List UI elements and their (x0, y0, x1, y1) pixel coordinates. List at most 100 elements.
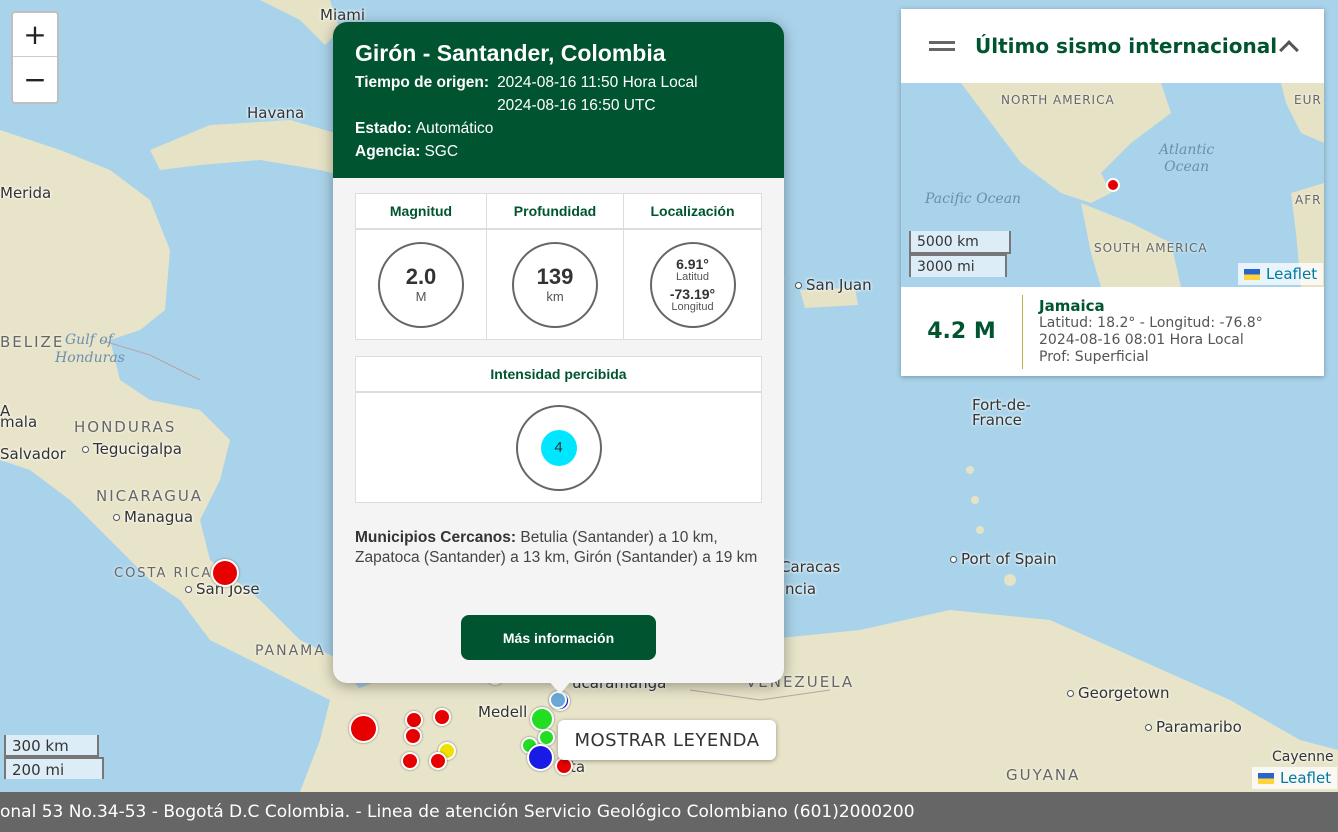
country-costa-rica: COSTA RICA (114, 566, 213, 581)
quake-marker[interactable] (401, 752, 419, 770)
intensity-header: Intensidad percibida (356, 357, 761, 393)
country-panama: PANAMA (255, 643, 326, 659)
intensity-circle: 4 (515, 404, 602, 491)
agencia-label: Agencia: (355, 143, 421, 160)
origin-time-row: Tiempo de origen: 2024-08-16 11:50 Hora … (355, 71, 762, 117)
international-panel-header[interactable]: Último sismo internacional (901, 9, 1324, 83)
estado-row: Estado: Automático (355, 117, 762, 140)
country-guyana: GUYANA (1006, 766, 1081, 784)
intensity-cell: 4 (356, 393, 761, 502)
footer-text: onal 53 No.34-53 - Bogotá D.C Colombia. … (0, 802, 915, 822)
quake-marker[interactable] (433, 708, 451, 726)
location-cell: 6.91° Latitud -73.19° Longitud (624, 230, 761, 339)
minimap-europe: EUR (1294, 93, 1322, 107)
minimap-scale-imperial: 3000 mi (909, 254, 1007, 277)
quake-marker[interactable] (349, 714, 378, 743)
place-merida: Merida (0, 184, 52, 202)
minimap-africa: AFR (1295, 193, 1322, 207)
scale-imperial: 200 mi (4, 757, 104, 779)
place-medellin: Medell (478, 703, 528, 721)
nearby-municipalities: Municipios Cercanos: Betulia (Santander)… (355, 528, 765, 568)
magnitude-header: Magnitud (356, 194, 487, 230)
place-port-of-spain: Port of Spain (950, 550, 1057, 568)
minimap-atlantic: Atlantic Ocean (1159, 142, 1215, 175)
quake-marker[interactable] (404, 727, 422, 745)
international-panel-title: Último sismo internacional (975, 34, 1278, 58)
minimap-north-america: NORTH AMERICA (1001, 93, 1115, 107)
minimap-scale: 5000 km 3000 mi (909, 231, 1011, 277)
zoom-control: + − (11, 11, 59, 104)
zoom-out-button[interactable]: − (13, 57, 57, 101)
place-fort-de-france: Fort-de- France (972, 396, 1031, 429)
popup-header: Girón - Santander, Colombia Tiempo de or… (333, 22, 784, 178)
minimap-south-america: SOUTH AMERICA (1094, 241, 1208, 255)
international-quake-info: 4.2 M Jamaica Latitud: 18.2° - Longitud:… (901, 287, 1324, 376)
origin-utc: 2024-08-16 16:50 UTC (497, 97, 656, 114)
depth-unit: km (546, 289, 564, 304)
zoom-in-button[interactable]: + (13, 13, 57, 57)
place-managua: Managua (113, 508, 193, 526)
quake-marker[interactable] (211, 559, 239, 587)
location-header: Localización (624, 194, 761, 230)
place-mala: mala (0, 413, 38, 431)
country-nicaragua: NICARAGUA (96, 487, 204, 505)
quake-marker[interactable] (530, 707, 554, 731)
agencia-row: Agencia: SGC (355, 140, 762, 163)
minimap-scale-metric: 5000 km (909, 231, 1011, 254)
intensity-table: Intensidad percibida 4 (355, 356, 762, 503)
popup-title: Girón - Santander, Colombia (355, 40, 666, 66)
international-place: Jamaica (1039, 296, 1105, 315)
international-minimap[interactable]: NORTH AMERICA SOUTH AMERICA Atlantic Oce… (901, 83, 1324, 287)
attribution[interactable]: Leaflet (1252, 767, 1338, 789)
stats-table: Magnitud Profundidad Localización 2.0 M … (355, 193, 762, 340)
depth-cell: 139 km (487, 230, 624, 339)
menu-icon[interactable] (929, 41, 955, 51)
depth-value: 139 (536, 264, 574, 289)
latitude-label: Latitud (675, 270, 710, 283)
place-salvador: Salvador (0, 445, 66, 463)
international-details: Jamaica Latitud: 18.2° - Longitud: -76.8… (1023, 296, 1263, 366)
minimap-attribution[interactable]: Leaflet (1238, 263, 1324, 285)
popup-tip (548, 680, 572, 694)
origin-label: Tiempo de origen: (355, 74, 490, 91)
international-time: 2024-08-16 08:01 Hora Local (1039, 331, 1244, 348)
place-havana: Havana (247, 104, 305, 122)
international-quake-marker[interactable] (1106, 178, 1120, 192)
international-magnitude: 4.2 M (927, 319, 996, 344)
intensity-badge: 4 (540, 429, 577, 466)
location-circle: 6.91° Latitud -73.19° Longitud (649, 241, 736, 328)
place-san-juan: San Juan (795, 276, 872, 294)
chevron-up-icon[interactable] (1279, 40, 1299, 60)
latitude-value: 6.91° (676, 255, 709, 272)
estado-label: Estado: (355, 120, 412, 137)
footer-bar: onal 53 No.34-53 - Bogotá D.C Colombia. … (0, 792, 1338, 832)
depth-header: Profundidad (487, 194, 624, 230)
place-caracas: Caracas (780, 558, 841, 576)
quake-marker[interactable] (527, 744, 554, 771)
international-depth: Prof: Superficial (1039, 348, 1149, 365)
scale-metric: 300 km (4, 735, 99, 757)
map-scale: 300 km 200 mi (4, 735, 104, 779)
show-legend-button[interactable]: MOSTRAR LEYENDA (558, 720, 776, 760)
ukraine-flag-icon (1258, 772, 1274, 784)
munis-label: Municipios Cercanos: (355, 529, 517, 546)
international-coords: Latitud: 18.2° - Longitud: -76.8° (1039, 314, 1263, 331)
international-quake-panel: Último sismo internacional NORTH AMERICA… (901, 9, 1324, 376)
more-info-button[interactable]: Más información (461, 615, 656, 660)
water-gulf-of: Gulf of (65, 332, 113, 348)
origin-local: 2024-08-16 11:50 Hora Local (497, 74, 698, 91)
place-georgetown: Georgetown (1067, 684, 1170, 702)
ukraine-flag-icon (1244, 268, 1260, 280)
magnitude-value: 2.0 (405, 264, 437, 289)
minimap-pacific: Pacific Ocean (925, 191, 1022, 207)
attribution-link[interactable]: Leaflet (1280, 769, 1331, 787)
place-paramaribo: Paramaribo (1145, 718, 1242, 736)
longitude-value: -73.19° (669, 285, 716, 302)
minimap-attribution-link[interactable]: Leaflet (1266, 265, 1317, 283)
quake-marker[interactable] (429, 752, 447, 770)
magnitude-unit: M (415, 289, 427, 304)
earthquake-popup: Girón - Santander, Colombia Tiempo de or… (333, 22, 784, 683)
place-cayenne: Cayenne (1272, 749, 1334, 765)
water-honduras: Honduras (55, 350, 125, 366)
country-belize: BELIZE (0, 333, 65, 351)
